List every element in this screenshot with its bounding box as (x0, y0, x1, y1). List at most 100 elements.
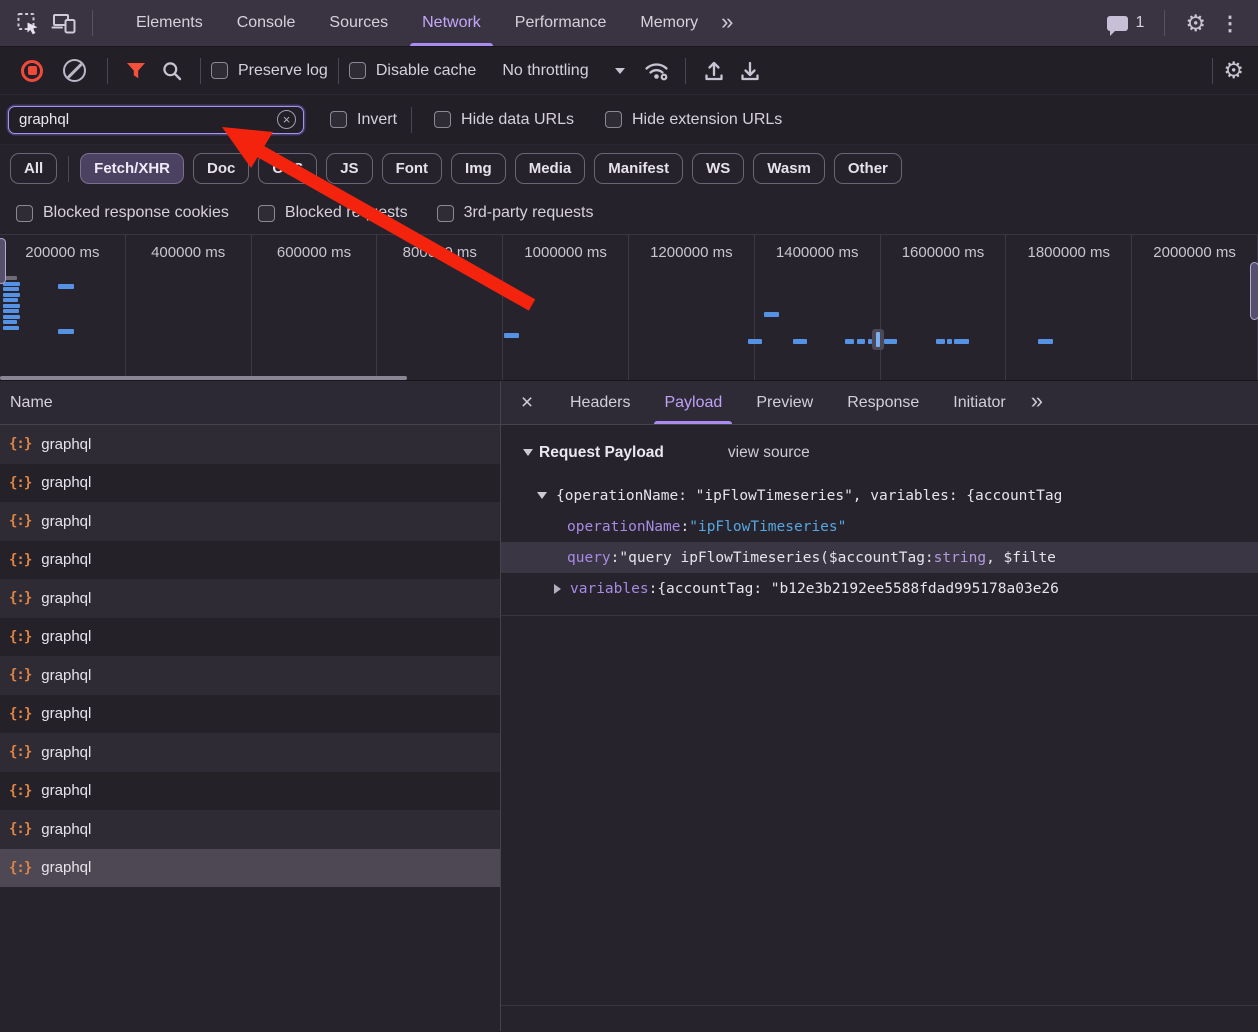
disable-cache-checkbox[interactable] (349, 62, 366, 79)
blocked-requests-control: Blocked requests (258, 204, 408, 222)
blocked-response-cookies-label: Blocked response cookies (43, 204, 229, 222)
export-har-icon[interactable] (732, 53, 768, 89)
hide-data-urls-control: Hide data URLs (434, 111, 574, 129)
triangle-right-icon[interactable] (554, 584, 561, 594)
details-tab-preview[interactable]: Preview (739, 381, 830, 424)
settings-gear-icon[interactable]: ⚙ (1185, 12, 1206, 35)
json-braces-icon: {:} (9, 744, 31, 760)
details-tab-response[interactable]: Response (830, 381, 936, 424)
tab-console[interactable]: Console (220, 0, 313, 46)
filter-input[interactable]: graphql × (8, 106, 304, 134)
request-name: graphql (41, 705, 91, 722)
tab-sources[interactable]: Sources (312, 0, 405, 46)
request-row[interactable]: {:}graphql (0, 502, 500, 541)
triangle-down-icon (523, 449, 533, 456)
device-toolbar-icon[interactable] (46, 5, 82, 41)
request-row[interactable]: {:}graphql (0, 810, 500, 849)
tab-network[interactable]: Network (405, 0, 498, 46)
details-tab-headers[interactable]: Headers (553, 381, 647, 424)
payload-row-query[interactable]: query: "query ipFlowTimeseries($accountT… (501, 542, 1258, 573)
clear-filter-icon[interactable]: × (277, 110, 296, 129)
network-settings-gear-icon[interactable]: ⚙ (1223, 59, 1244, 82)
main-tabs: ElementsConsoleSourcesNetworkPerformance… (119, 0, 715, 46)
network-overview-timeline[interactable]: 200000 ms400000 ms600000 ms800000 ms1000… (0, 234, 1258, 381)
triangle-down-icon[interactable] (537, 492, 547, 499)
request-row[interactable]: {:}graphql (0, 541, 500, 580)
request-row[interactable]: {:}graphql (0, 656, 500, 695)
invert-checkbox[interactable] (330, 111, 347, 128)
view-source-link[interactable]: view source (728, 444, 810, 462)
payload-key: query (567, 550, 611, 566)
chip-img[interactable]: Img (451, 153, 506, 184)
request-bar (947, 339, 952, 344)
throttling-select[interactable]: No throttling (502, 62, 624, 80)
request-row[interactable]: {:}graphql (0, 772, 500, 811)
json-braces-icon: {:} (9, 552, 31, 568)
payload-pane: Request Payload view source {operationNa… (501, 425, 1258, 1031)
disable-cache-label: Disable cache (376, 62, 477, 80)
chip-css[interactable]: CSS (258, 153, 317, 184)
tab-performance[interactable]: Performance (498, 0, 624, 46)
details-tab-initiator[interactable]: Initiator (936, 381, 1022, 424)
chip-doc[interactable]: Doc (193, 153, 249, 184)
requests-table-header[interactable]: Name (0, 381, 500, 425)
divider (685, 58, 686, 84)
request-bar (845, 339, 854, 344)
issues-counter[interactable]: 1 (1107, 14, 1144, 32)
chip-wasm[interactable]: Wasm (753, 153, 825, 184)
request-row[interactable]: {:} graphql (0, 733, 500, 772)
request-name: graphql (41, 744, 91, 761)
request-bar (764, 312, 779, 317)
blocked-requests-checkbox[interactable] (258, 205, 275, 222)
json-braces-icon: {:} (9, 513, 31, 529)
chip-js[interactable]: JS (326, 153, 372, 184)
more-tabs-icon[interactable]: » (715, 9, 739, 35)
request-row[interactable]: {:}graphql (0, 464, 500, 503)
overview-right-handle[interactable] (1250, 262, 1258, 320)
search-icon[interactable] (154, 53, 190, 89)
details-more-tabs-icon[interactable]: » (1031, 388, 1043, 414)
close-details-icon[interactable]: × (501, 392, 553, 413)
json-braces-icon: {:} (9, 629, 31, 645)
import-har-icon[interactable] (696, 53, 732, 89)
inspect-element-icon[interactable] (10, 5, 46, 41)
request-payload-section[interactable]: Request Payload view source (501, 439, 1258, 466)
request-name: graphql (41, 628, 91, 645)
blocked-response-cookies-checkbox[interactable] (16, 205, 33, 222)
tab-memory[interactable]: Memory (623, 0, 715, 46)
clear-network-log-icon[interactable] (63, 59, 86, 82)
payload-row-variables[interactable]: variables: {accountTag: "b12e3b2192ee558… (501, 573, 1258, 604)
overview-left-handle[interactable] (0, 238, 6, 284)
details-tab-payload[interactable]: Payload (647, 381, 739, 424)
hide-data-urls-checkbox[interactable] (434, 111, 451, 128)
network-bottom-split: Name {:}graphql{:}graphql{:}graphql{:}gr… (0, 381, 1258, 1031)
chip-other[interactable]: Other (834, 153, 902, 184)
payload-preview-row[interactable]: {operationName: "ipFlowTimeseries", vari… (501, 480, 1258, 511)
hide-extension-urls-checkbox[interactable] (605, 111, 622, 128)
chip-ws[interactable]: WS (692, 153, 744, 184)
chip-fetch-xhr[interactable]: Fetch/XHR (80, 153, 184, 184)
filter-funnel-icon[interactable] (118, 53, 154, 89)
request-row[interactable]: {:}graphql (0, 849, 500, 888)
record-stop-icon[interactable] (21, 60, 43, 82)
json-braces-icon: {:} (9, 436, 31, 452)
tab-elements[interactable]: Elements (119, 0, 220, 46)
request-row[interactable]: {:}graphql (0, 695, 500, 734)
third-party-requests-checkbox[interactable] (437, 205, 454, 222)
preserve-log-checkbox[interactable] (211, 62, 228, 79)
request-row[interactable]: {:}graphql (0, 579, 500, 618)
request-row[interactable]: {:}graphql (0, 425, 500, 464)
payload-row-operationname[interactable]: operationName: "ipFlowTimeseries" (501, 511, 1258, 542)
kebab-menu-icon[interactable]: ⋮ (1216, 11, 1244, 36)
timeline-scrollbar-thumb[interactable] (0, 376, 407, 380)
network-conditions-icon[interactable] (639, 53, 675, 89)
issues-count: 1 (1135, 14, 1144, 32)
chip-font[interactable]: Font (382, 153, 442, 184)
timeline-label: 400000 ms (126, 235, 252, 380)
divider (338, 58, 339, 84)
request-row[interactable]: {:} graphql (0, 618, 500, 657)
divider (92, 10, 93, 36)
chip-manifest[interactable]: Manifest (594, 153, 683, 184)
chip-media[interactable]: Media (515, 153, 586, 184)
chip-all[interactable]: All (10, 153, 57, 184)
